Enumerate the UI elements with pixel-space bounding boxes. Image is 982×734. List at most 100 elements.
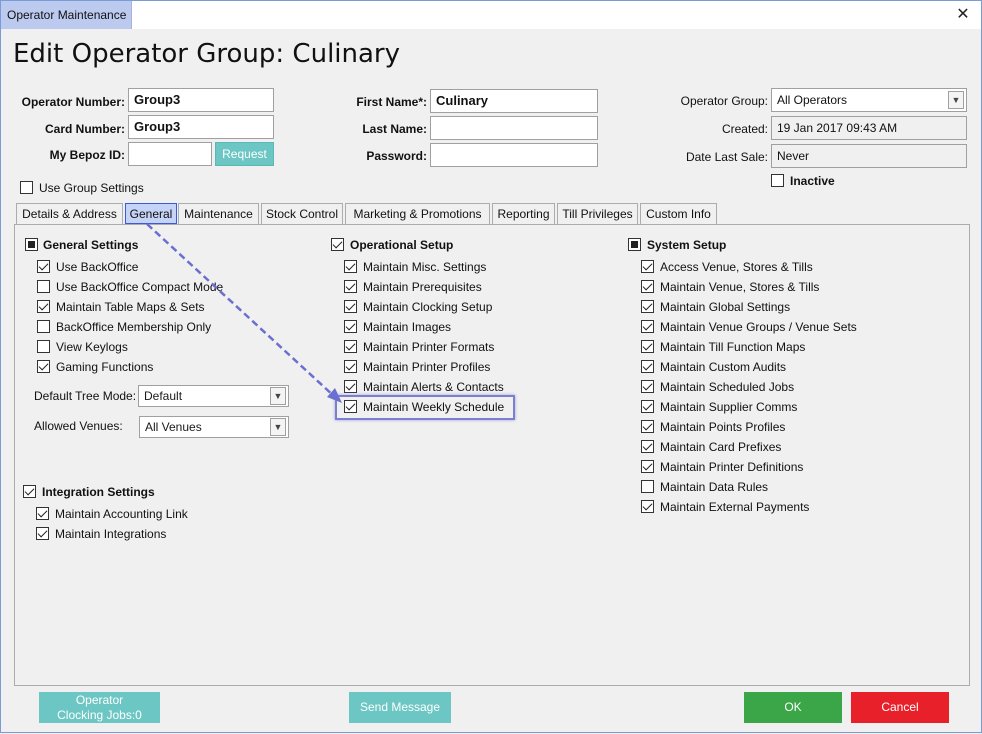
cancel-button[interactable]: Cancel — [851, 692, 949, 723]
send-message-button[interactable]: Send Message — [349, 692, 451, 723]
tab-reporting[interactable]: Reporting — [492, 203, 555, 224]
page-title: Edit Operator Group: Culinary — [13, 39, 401, 69]
tab-till-privileges[interactable]: Till Privileges — [557, 203, 638, 224]
default-tree-mode-label: Default Tree Mode: — [34, 389, 137, 403]
data-rules-label: Maintain Data Rules — [660, 480, 769, 494]
custom-audits-label: Maintain Custom Audits — [660, 360, 787, 374]
inactive-label: Inactive — [790, 174, 835, 188]
bepoz-id-input[interactable] — [128, 142, 212, 166]
first-name-label: First Name*: — [356, 95, 427, 109]
maintain-venue-checkbox[interactable] — [641, 280, 654, 293]
system-setup-checkbox[interactable] — [628, 238, 641, 251]
points-profiles-checkbox[interactable] — [641, 420, 654, 433]
membership-only-label: BackOffice Membership Only — [56, 320, 212, 334]
printer-profiles-checkbox[interactable] — [344, 360, 357, 373]
window-title: Operator Maintenance — [1, 1, 132, 29]
external-payments-checkbox[interactable] — [641, 500, 654, 513]
maintain-venue-label: Maintain Venue, Stores & Tills — [660, 280, 820, 294]
chevron-down-icon[interactable]: ▼ — [270, 387, 286, 405]
operator-number-input[interactable]: Group3 — [128, 88, 274, 112]
view-keylogs-checkbox[interactable] — [37, 340, 50, 353]
prerequisites-checkbox[interactable] — [344, 280, 357, 293]
card-number-input[interactable]: Group3 — [128, 115, 274, 139]
default-tree-mode-select[interactable]: Default ▼ — [138, 385, 289, 407]
global-settings-checkbox[interactable] — [641, 300, 654, 313]
ok-button[interactable]: OK — [744, 692, 842, 723]
operator-group-label: Operator Group: — [680, 94, 768, 108]
card-prefixes-label: Maintain Card Prefixes — [660, 440, 782, 454]
till-function-maps-checkbox[interactable] — [641, 340, 654, 353]
prerequisites-label: Maintain Prerequisites — [363, 280, 482, 294]
use-group-settings-checkbox[interactable] — [20, 181, 33, 194]
tab-custom-info[interactable]: Custom Info — [640, 203, 717, 224]
integration-settings-checkbox[interactable] — [23, 485, 36, 498]
tab-maintenance[interactable]: Maintenance — [178, 203, 259, 224]
general-settings-checkbox[interactable] — [25, 238, 38, 251]
created-value: 19 Jan 2017 09:43 AM — [771, 116, 967, 140]
venue-groups-label: Maintain Venue Groups / Venue Sets — [660, 320, 857, 334]
inactive-checkbox[interactable] — [771, 174, 784, 187]
operational-setup-title: Operational Setup — [350, 238, 454, 252]
tab-general[interactable]: General — [125, 203, 177, 224]
created-label: Created: — [721, 122, 768, 136]
operator-group-select[interactable]: All Operators ▼ — [771, 88, 967, 112]
supplier-comms-label: Maintain Supplier Comms — [660, 400, 798, 414]
allowed-venues-value: All Venues — [145, 420, 202, 434]
clocking-setup-label: Maintain Clocking Setup — [363, 300, 493, 314]
venue-groups-checkbox[interactable] — [641, 320, 654, 333]
gaming-functions-label: Gaming Functions — [56, 360, 154, 374]
supplier-comms-checkbox[interactable] — [641, 400, 654, 413]
annotation-highlight-box — [335, 395, 515, 420]
alerts-contacts-checkbox[interactable] — [344, 380, 357, 393]
bepoz-id-label: My Bepoz ID: — [49, 148, 125, 162]
clocking-line-1: Operator — [75, 693, 124, 707]
table-maps-label: Maintain Table Maps & Sets — [56, 300, 205, 314]
till-function-maps-label: Maintain Till Function Maps — [660, 340, 806, 354]
tab-details-address[interactable]: Details & Address — [16, 203, 123, 224]
gaming-functions-checkbox[interactable] — [37, 360, 50, 373]
last-name-label: Last Name: — [362, 122, 427, 136]
data-rules-checkbox[interactable] — [641, 480, 654, 493]
allowed-venues-select[interactable]: All Venues ▼ — [139, 416, 289, 438]
printer-definitions-label: Maintain Printer Definitions — [660, 460, 804, 474]
table-maps-checkbox[interactable] — [37, 300, 50, 313]
chevron-down-icon[interactable]: ▼ — [948, 91, 964, 109]
compact-mode-checkbox[interactable] — [37, 280, 50, 293]
use-backoffice-checkbox[interactable] — [37, 260, 50, 273]
request-button[interactable]: Request — [215, 142, 274, 166]
membership-only-checkbox[interactable] — [37, 320, 50, 333]
view-keylogs-label: View Keylogs — [56, 340, 128, 354]
images-checkbox[interactable] — [344, 320, 357, 333]
integrations-checkbox[interactable] — [36, 527, 49, 540]
printer-formats-checkbox[interactable] — [344, 340, 357, 353]
tab-marketing-promotions[interactable]: Marketing & Promotions — [345, 203, 490, 224]
last-name-input[interactable] — [430, 116, 598, 140]
operational-setup-checkbox[interactable] — [331, 238, 344, 251]
operator-number-label: Operator Number: — [21, 95, 125, 109]
printer-definitions-checkbox[interactable] — [641, 460, 654, 473]
use-backoffice-label: Use BackOffice — [56, 260, 139, 274]
clocking-setup-checkbox[interactable] — [344, 300, 357, 313]
operator-clocking-jobs-button[interactable]: Operator Clocking Jobs:0 — [39, 692, 160, 723]
card-prefixes-checkbox[interactable] — [641, 440, 654, 453]
default-tree-mode-value: Default — [144, 389, 183, 403]
misc-settings-label: Maintain Misc. Settings — [363, 260, 487, 274]
scheduled-jobs-checkbox[interactable] — [641, 380, 654, 393]
general-settings-title: General Settings — [43, 238, 139, 252]
allowed-venues-label: Allowed Venues: — [34, 419, 123, 433]
chevron-down-icon[interactable]: ▼ — [270, 418, 286, 436]
access-venue-checkbox[interactable] — [641, 260, 654, 273]
images-label: Maintain Images — [363, 320, 452, 334]
printer-formats-label: Maintain Printer Formats — [363, 340, 495, 354]
misc-settings-checkbox[interactable] — [344, 260, 357, 273]
operator-group-value: All Operators — [777, 93, 848, 107]
external-payments-label: Maintain External Payments — [660, 500, 810, 514]
password-input[interactable] — [430, 143, 598, 167]
custom-audits-checkbox[interactable] — [641, 360, 654, 373]
accounting-link-checkbox[interactable] — [36, 507, 49, 520]
first-name-input[interactable]: Culinary — [430, 89, 598, 113]
tab-stock-control[interactable]: Stock Control — [261, 203, 343, 224]
compact-mode-label: Use BackOffice Compact Mode — [56, 280, 224, 294]
close-icon[interactable]: ✕ — [953, 5, 973, 25]
password-label: Password: — [366, 149, 427, 163]
